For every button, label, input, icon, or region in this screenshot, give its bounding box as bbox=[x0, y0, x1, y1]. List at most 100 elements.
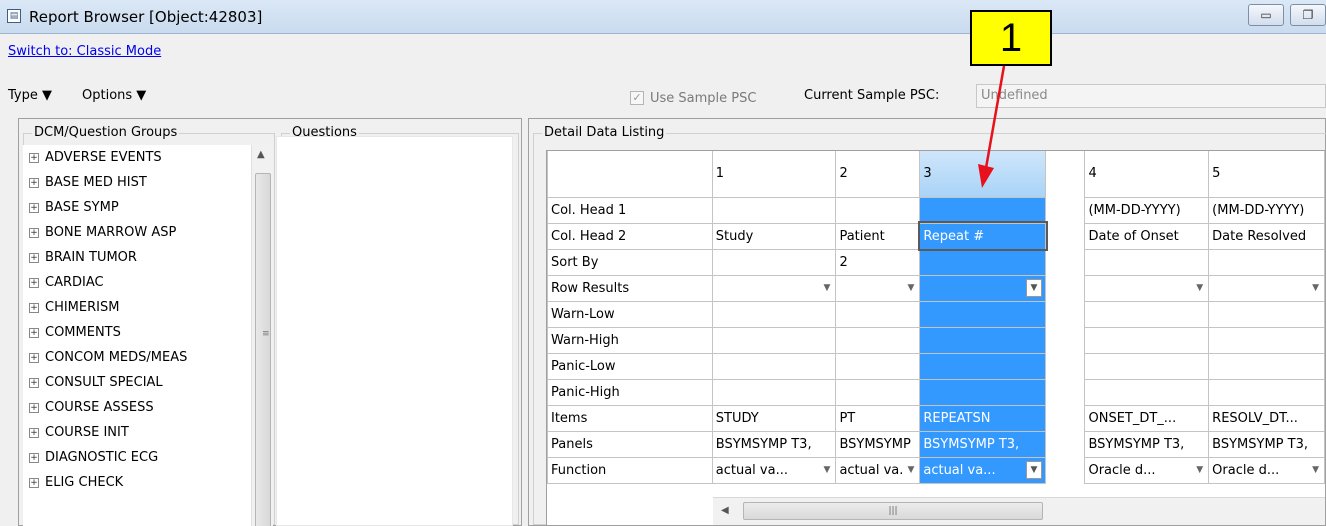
dropdown-arrow-icon[interactable]: ▼ bbox=[1026, 461, 1042, 479]
expand-icon[interactable]: + bbox=[29, 177, 39, 188]
grid-cell[interactable]: Oracle d... ▼ bbox=[1084, 456, 1210, 484]
grid-cell[interactable]: RESOLV_DT... bbox=[1208, 404, 1325, 432]
dropdown-arrow-icon[interactable]: ▼ bbox=[1312, 283, 1321, 293]
grid-cell[interactable]: ▼ bbox=[919, 274, 1046, 302]
grid-cell[interactable]: (MM-DD-YYYY) bbox=[1084, 196, 1210, 224]
tree-item[interactable]: + COURSE INIT bbox=[23, 420, 251, 445]
grid-cell[interactable] bbox=[1208, 326, 1325, 354]
use-sample-psc-checkbox[interactable]: ✓ bbox=[630, 91, 644, 105]
switch-mode-link[interactable]: Switch to: Classic Mode bbox=[8, 44, 161, 59]
grid-cell[interactable] bbox=[1208, 248, 1325, 276]
h-scroll-thumb[interactable]: ||| bbox=[743, 502, 1043, 520]
dropdown-arrow-icon[interactable]: ▼ bbox=[907, 283, 916, 293]
restore-button[interactable]: ❐ bbox=[1290, 4, 1326, 26]
dropdown-arrow-icon[interactable]: ▼ bbox=[824, 465, 833, 475]
tree-item[interactable]: + CARDIAC bbox=[23, 270, 251, 295]
minimize-button[interactable]: ▭ bbox=[1248, 4, 1284, 26]
options-menu[interactable]: Options ▼ bbox=[82, 88, 146, 103]
grid-cell[interactable] bbox=[1208, 300, 1325, 328]
grid-cell[interactable] bbox=[1084, 300, 1210, 328]
expand-icon[interactable]: + bbox=[29, 302, 39, 313]
grid-cell[interactable]: ▼ bbox=[1208, 274, 1325, 302]
grid-cell[interactable] bbox=[919, 326, 1046, 354]
dropdown-arrow-icon[interactable]: ▼ bbox=[1026, 279, 1042, 297]
grid-cell[interactable] bbox=[711, 248, 837, 276]
tree-item[interactable]: + BASE SYMP bbox=[23, 195, 251, 220]
expand-icon[interactable]: + bbox=[29, 352, 39, 363]
tree-item[interactable]: + ELIG CHECK bbox=[23, 470, 251, 495]
expand-icon[interactable]: + bbox=[29, 452, 39, 463]
tree-item[interactable]: + ADVERSE EVENTS bbox=[23, 145, 251, 170]
scroll-left-icon[interactable]: ◀ bbox=[721, 505, 729, 516]
tree-item[interactable]: + BASE MED HIST bbox=[23, 170, 251, 195]
dropdown-arrow-icon[interactable]: ▼ bbox=[824, 283, 833, 293]
grid-cell[interactable] bbox=[1084, 326, 1210, 354]
grid-cell[interactable] bbox=[919, 196, 1046, 224]
grid-cell[interactable] bbox=[1084, 248, 1210, 276]
tree-item[interactable]: + CONCOM MEDS/MEAS bbox=[23, 345, 251, 370]
dropdown-arrow-icon[interactable]: ▼ bbox=[907, 465, 916, 475]
grid-cell[interactable]: Oracle d... ▼ bbox=[1208, 456, 1325, 484]
grid-cell[interactable] bbox=[711, 352, 837, 380]
grid-cell[interactable]: BSYMSYMP T3, bbox=[1208, 430, 1325, 458]
expand-icon[interactable]: + bbox=[29, 252, 39, 263]
expand-icon[interactable]: + bbox=[29, 427, 39, 438]
grid-cell[interactable]: BSYMSYMP T3, bbox=[1084, 430, 1210, 458]
tree-item[interactable]: + COURSE ASSESS bbox=[23, 395, 251, 420]
grid-cell[interactable]: actual va. ▼ bbox=[835, 456, 921, 484]
grid-cell[interactable]: REPEATSN bbox=[919, 404, 1046, 432]
grid-cell[interactable] bbox=[711, 300, 837, 328]
column-header[interactable]: 2 bbox=[835, 151, 921, 198]
detail-grid[interactable]: 1 2 3 4 5 Col. Head 1 (MM-DD-YYYY) (MM-DD-YYYY)… bbox=[546, 150, 1326, 526]
grid-cell[interactable]: 2 bbox=[835, 248, 921, 276]
tree-item[interactable]: + CHIMERISM bbox=[23, 295, 251, 320]
tree-item[interactable]: + CONSULT SPECIAL bbox=[23, 370, 251, 395]
tree-item[interactable]: + BONE MARROW ASP bbox=[23, 220, 251, 245]
grid-cell[interactable]: (MM-DD-YYYY) bbox=[1208, 196, 1325, 224]
grid-cell[interactable]: BSYMSYMP T3, bbox=[711, 430, 837, 458]
groups-scrollbar[interactable]: ▲ ≡ bbox=[251, 145, 273, 526]
grid-cell[interactable]: Repeat # bbox=[917, 221, 1048, 251]
expand-icon[interactable]: + bbox=[29, 152, 39, 163]
expand-icon[interactable]: + bbox=[29, 402, 39, 413]
grid-cell[interactable]: actual va... ▼ bbox=[711, 456, 837, 484]
questions-list[interactable] bbox=[276, 136, 513, 526]
horizontal-scrollbar[interactable]: ◀ ||| bbox=[713, 497, 1325, 525]
tree-item[interactable]: + COMMENTS bbox=[23, 320, 251, 345]
grid-cell[interactable] bbox=[1084, 378, 1210, 406]
dropdown-arrow-icon[interactable]: ▼ bbox=[1196, 283, 1205, 293]
expand-icon[interactable]: + bbox=[29, 202, 39, 213]
groups-tree[interactable]: + ADVERSE EVENTS + BASE MED HIST + BASE SYMP +… bbox=[23, 145, 251, 526]
expand-icon[interactable]: + bbox=[29, 477, 39, 488]
grid-cell[interactable] bbox=[1208, 352, 1325, 380]
expand-icon[interactable]: + bbox=[29, 327, 39, 338]
column-header[interactable]: 5 bbox=[1208, 151, 1325, 198]
grid-cell[interactable] bbox=[1208, 378, 1325, 406]
grid-cell[interactable]: ▼ bbox=[835, 274, 921, 302]
grid-cell[interactable]: Date of Onset bbox=[1084, 222, 1210, 250]
scroll-thumb[interactable]: ≡ bbox=[255, 173, 271, 526]
grid-cell[interactable] bbox=[711, 326, 837, 354]
grid-cell[interactable]: ONSET_DT_... bbox=[1084, 404, 1210, 432]
grid-cell[interactable] bbox=[919, 300, 1046, 328]
tree-item[interactable]: + DIAGNOSTIC ECG bbox=[23, 445, 251, 470]
dropdown-arrow-icon[interactable]: ▼ bbox=[1312, 465, 1321, 475]
type-menu[interactable]: Type ▼ bbox=[8, 88, 52, 103]
tree-item[interactable]: + BRAIN TUMOR bbox=[23, 245, 251, 270]
grid-cell[interactable] bbox=[919, 352, 1046, 380]
grid-cell[interactable]: ▼ bbox=[1084, 274, 1210, 302]
grid-cell[interactable] bbox=[711, 196, 837, 224]
grid-cell[interactable] bbox=[835, 352, 921, 380]
grid-cell[interactable]: ▼ bbox=[711, 274, 837, 302]
grid-cell[interactable] bbox=[835, 378, 921, 406]
column-header[interactable]: 4 bbox=[1084, 151, 1210, 198]
scroll-up-icon[interactable]: ▲ bbox=[257, 149, 265, 160]
grid-cell[interactable] bbox=[835, 300, 921, 328]
grid-cell[interactable]: Patient bbox=[835, 222, 921, 250]
grid-cell[interactable]: PT bbox=[835, 404, 921, 432]
expand-icon[interactable]: + bbox=[29, 277, 39, 288]
use-sample-psc[interactable]: ✓ Use Sample PSC bbox=[630, 86, 756, 110]
grid-cell[interactable] bbox=[1084, 352, 1210, 380]
expand-icon[interactable]: + bbox=[29, 227, 39, 238]
expand-icon[interactable]: + bbox=[29, 377, 39, 388]
